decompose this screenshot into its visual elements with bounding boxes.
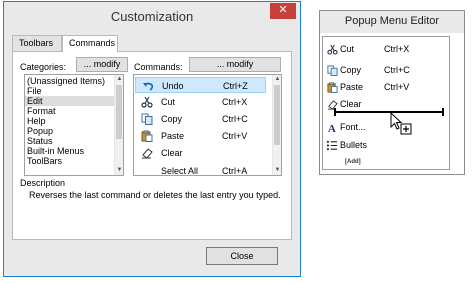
paste-icon	[141, 130, 153, 142]
scroll-up-icon[interactable]: ▲	[115, 75, 123, 84]
commands-label: Commands:	[134, 62, 183, 72]
scroll-down-icon[interactable]: ▼	[273, 166, 281, 175]
commands-scrollbar[interactable]: ▲ ▼	[272, 75, 281, 175]
scissors-icon	[327, 44, 338, 55]
menu-item-cut[interactable]: Cut Ctrl+X	[323, 41, 443, 57]
category-item[interactable]: ToolBars	[25, 156, 123, 166]
commands-modify-button[interactable]: ... modify	[189, 57, 281, 72]
category-item[interactable]: Help	[25, 116, 123, 126]
svg-text:A: A	[328, 123, 336, 133]
category-item[interactable]: File	[25, 86, 123, 96]
category-item[interactable]: Built-in Menus	[25, 146, 123, 156]
copy-icon	[141, 113, 153, 125]
bullets-icon	[327, 140, 338, 151]
undo-icon	[143, 82, 154, 91]
insertion-marker	[334, 108, 444, 116]
description-group: Description Reverses the last command or…	[20, 178, 287, 238]
menu-item-label: Font...	[340, 122, 366, 132]
category-item[interactable]: Format	[25, 106, 123, 116]
add-item-label[interactable]: [Add]	[345, 159, 361, 165]
command-item[interactable]: Clear	[135, 145, 266, 161]
drag-copy-cursor-icon	[390, 112, 412, 135]
command-item[interactable]: Undo Ctrl+Z	[135, 77, 266, 93]
menu-item-shortcut: Ctrl+C	[384, 65, 410, 75]
menu-item-shortcut: Ctrl+V	[384, 82, 410, 92]
menu-item-clear[interactable]: Clear	[323, 96, 443, 112]
scissors-icon	[141, 96, 153, 108]
scroll-down-icon[interactable]: ▼	[115, 166, 123, 175]
menu-item-font[interactable]: A Font...	[323, 119, 443, 135]
command-shortcut: Ctrl+C	[222, 114, 248, 124]
scroll-up-icon[interactable]: ▲	[273, 75, 281, 84]
menu-item-bullets[interactable]: Bullets	[323, 137, 443, 153]
command-item[interactable]: Cut Ctrl+X	[135, 94, 266, 110]
category-item[interactable]: Status	[25, 136, 123, 146]
eraser-icon	[142, 148, 153, 159]
categories-list[interactable]: (Unassigned Items) File Edit Format Help…	[24, 74, 124, 176]
command-shortcut: Ctrl+V	[222, 131, 248, 141]
tab-commands[interactable]: Commands	[62, 35, 118, 52]
menu-item-label: Paste	[340, 82, 364, 92]
copy-icon	[327, 65, 338, 76]
description-text: Reverses the last command or deletes the…	[29, 190, 281, 200]
tab-toolbars[interactable]: Toolbars	[12, 35, 62, 51]
command-label: Select All	[161, 166, 199, 176]
command-label: Paste	[161, 131, 185, 141]
command-shortcut: Ctrl+A	[222, 166, 248, 176]
popup-editor-title: Popup Menu Editor	[320, 11, 464, 33]
menu-item-label: Bullets	[340, 140, 368, 150]
menu-item-shortcut: Ctrl+X	[384, 44, 410, 54]
categories-scrollbar[interactable]: ▲ ▼	[114, 75, 123, 175]
command-item[interactable]: Paste Ctrl+V	[135, 128, 266, 144]
menu-item-paste[interactable]: Paste Ctrl+V	[323, 79, 443, 95]
command-label: Cut	[161, 97, 176, 107]
dialog-title: Customization	[110, 9, 194, 24]
popup-menu-list[interactable]: Cut Ctrl+X Copy Ctrl+C Paste Ctrl+V Clea…	[322, 36, 450, 170]
command-label: Clear	[161, 148, 183, 158]
command-label: Copy	[161, 114, 183, 124]
category-item[interactable]: Popup	[25, 126, 123, 136]
scroll-thumb[interactable]	[274, 85, 280, 145]
menu-item-copy[interactable]: Copy Ctrl+C	[323, 62, 443, 78]
close-button[interactable]: Close	[206, 247, 278, 265]
command-item[interactable]: Copy Ctrl+C	[135, 111, 266, 127]
font-icon: A	[328, 123, 336, 133]
command-shortcut: Ctrl+Z	[223, 81, 248, 91]
menu-item-label: Clear	[340, 99, 362, 109]
scroll-thumb[interactable]	[116, 85, 122, 139]
close-icon[interactable]: ✕	[270, 3, 296, 19]
menu-item-label: Cut	[340, 44, 355, 54]
commands-list[interactable]: Undo Ctrl+Z Cut Ctrl+X Copy Ctrl+C Paste…	[133, 74, 282, 176]
command-shortcut: Ctrl+X	[222, 97, 248, 107]
paste-icon	[327, 82, 338, 93]
eraser-icon	[327, 100, 338, 110]
categories-label: Categories:	[20, 62, 67, 72]
category-item[interactable]: Edit	[25, 96, 123, 106]
command-label: Undo	[162, 81, 184, 91]
categories-modify-button[interactable]: ... modify	[76, 57, 128, 72]
category-item[interactable]: (Unassigned Items)	[25, 76, 123, 86]
command-item[interactable]: Select All Ctrl+A	[135, 163, 266, 176]
menu-item-label: Copy	[340, 65, 362, 75]
description-label: Description	[20, 178, 66, 188]
